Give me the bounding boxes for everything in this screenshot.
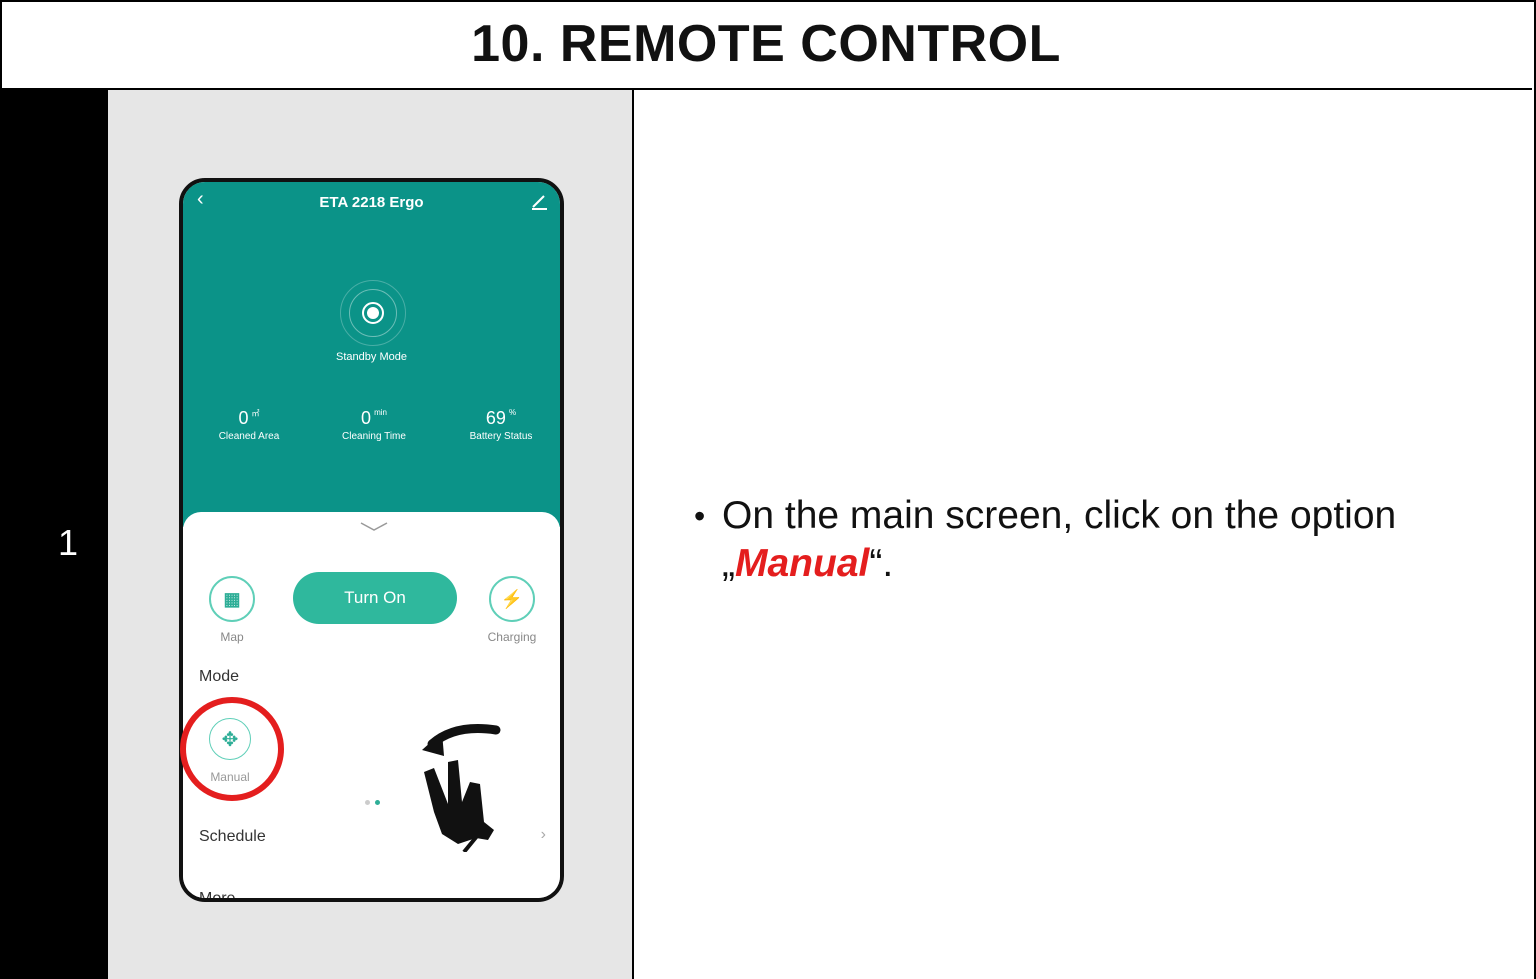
charging-label: Charging: [487, 630, 537, 644]
page-dot: [365, 800, 370, 805]
swipe-hand-icon: [422, 724, 501, 852]
page-header: 10. REMOTE CONTROL: [0, 0, 1532, 90]
page-indicator: [365, 792, 385, 810]
page-dot-active: [375, 800, 380, 805]
mode-title: Mode: [199, 668, 240, 685]
turn-on-button[interactable]: Turn On: [293, 572, 457, 624]
phone-header: ‹ ETA 2218 Ergo Standby Mode 0 ㎡ Cleaned …: [183, 182, 560, 527]
open-quote: „: [722, 542, 735, 585]
highlight-circle: [180, 697, 284, 801]
instruction-line-1: On the main screen, click on the option: [722, 494, 1397, 537]
step-number: 1: [58, 522, 79, 563]
stat-cleaned-area: 0 ㎡ Cleaned Area: [189, 408, 309, 442]
stat-unit: min: [374, 408, 387, 417]
stat-value: 69: [485, 408, 506, 428]
close-quote: “.: [869, 542, 894, 585]
bullet: •: [694, 498, 706, 534]
stat-label: Cleaned Area: [218, 431, 280, 442]
plug-icon[interactable]: ⚡: [489, 576, 535, 622]
stat-battery: 69% Battery Status: [441, 408, 560, 442]
map-icon[interactable]: ▦: [209, 576, 255, 622]
stat-unit: ㎡: [251, 409, 260, 418]
instruction-panel: • On the main screen, click on the optio…: [634, 90, 1534, 979]
more-item[interactable]: More: [199, 890, 235, 898]
page-title: 10. REMOTE CONTROL: [471, 15, 1061, 73]
stat-cleaning-time: 0 min Cleaning Time: [314, 408, 434, 442]
schedule-item[interactable]: Schedule: [199, 828, 266, 846]
step-number-cell: 1: [0, 90, 108, 979]
stat-value: 0: [238, 408, 249, 428]
stat-value: 0: [361, 408, 372, 428]
stat-unit: %: [508, 408, 517, 417]
stat-label: Battery Status: [469, 431, 533, 442]
map-label: Map: [220, 630, 244, 644]
device-title: ETA 2218 Ergo: [319, 194, 424, 211]
instruction-line-2: „Manual“.: [722, 540, 893, 588]
chevron-right-icon[interactable]: ›: [541, 826, 546, 844]
chevron-down-icon[interactable]: [359, 520, 389, 534]
status-label: Standby Mode: [336, 351, 407, 363]
pencil-icon[interactable]: [530, 192, 548, 210]
highlighted-option: Manual: [735, 542, 870, 585]
stat-label: Cleaning Time: [342, 431, 406, 442]
status-icon: [362, 302, 384, 324]
